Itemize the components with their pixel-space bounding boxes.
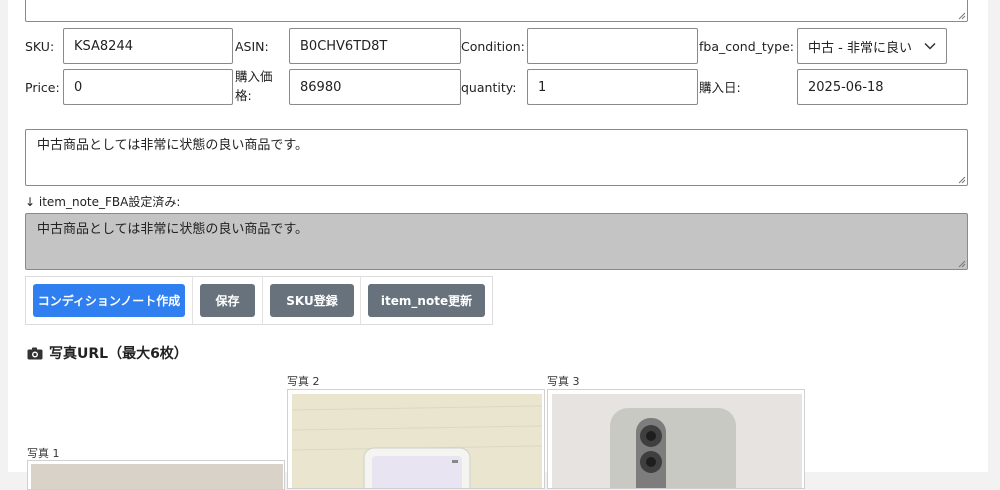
purchase-price-input[interactable]: 86980	[289, 69, 461, 105]
update-item-note-button[interactable]: item_note更新	[368, 284, 485, 317]
quantity-input[interactable]: 1	[527, 69, 698, 105]
purchase-price-label-line2: 格:	[235, 88, 252, 103]
photo-2-image	[291, 394, 543, 488]
photo-section-title: 写真URL（最大6枚）	[27, 343, 188, 363]
asin-label: ASIN:	[235, 39, 269, 54]
button-separator	[360, 277, 361, 324]
create-condition-note-button[interactable]: コンディションノート作成	[33, 284, 185, 317]
quantity-label: quantity:	[461, 80, 517, 95]
sku-register-button[interactable]: SKU登録	[270, 284, 354, 317]
photo-1-frame[interactable]	[27, 460, 285, 490]
purchase-price-label-line1: 購入価	[235, 69, 273, 84]
photo-1-label: 写真 1	[27, 447, 60, 460]
condition-label: Condition:	[461, 39, 525, 54]
resize-handle-icon	[958, 260, 966, 268]
top-note-textarea[interactable]	[25, 0, 968, 22]
resize-handle-icon[interactable]	[958, 176, 966, 184]
fba-cond-type-select[interactable]: 中古 - 非常に良い	[797, 28, 947, 64]
resize-handle-icon[interactable]	[958, 12, 966, 20]
purchase-date-label: 購入日:	[699, 80, 741, 95]
photo-3-frame[interactable]	[547, 389, 805, 489]
photo-2-label: 写真 2	[287, 375, 320, 388]
photo-2-frame[interactable]	[287, 389, 545, 489]
photo-1-image	[31, 464, 283, 489]
fba-note-textarea: 中古商品としては非常に状態の良い商品です。	[25, 213, 968, 270]
camera-icon	[27, 347, 43, 359]
save-button[interactable]: 保存	[200, 284, 255, 317]
sku-input[interactable]: KSA8244	[63, 28, 233, 64]
price-label: Price:	[25, 80, 60, 95]
asin-input[interactable]: B0CHV6TD8T	[289, 28, 461, 64]
purchase-date-input[interactable]: 2025-06-18	[797, 69, 968, 105]
photo-3-label: 写真 3	[547, 375, 580, 388]
sku-label: SKU:	[25, 39, 55, 54]
photo-3-image	[552, 394, 802, 488]
fba-note-label: ↓ item_note_FBA設定済み:	[25, 195, 181, 209]
button-separator	[262, 277, 263, 324]
price-input[interactable]: 0	[63, 69, 233, 105]
button-separator	[192, 277, 193, 324]
listing-edit-panel: SKU: KSA8244 ASIN: B0CHV6TD8T Condition:…	[8, 0, 988, 490]
fba-cond-type-label: fba_cond_type:	[699, 39, 795, 54]
chevron-down-icon	[924, 42, 936, 50]
condition-note-textarea[interactable]: 中古商品としては非常に状態の良い商品です。	[25, 129, 968, 186]
condition-input[interactable]	[527, 28, 698, 64]
